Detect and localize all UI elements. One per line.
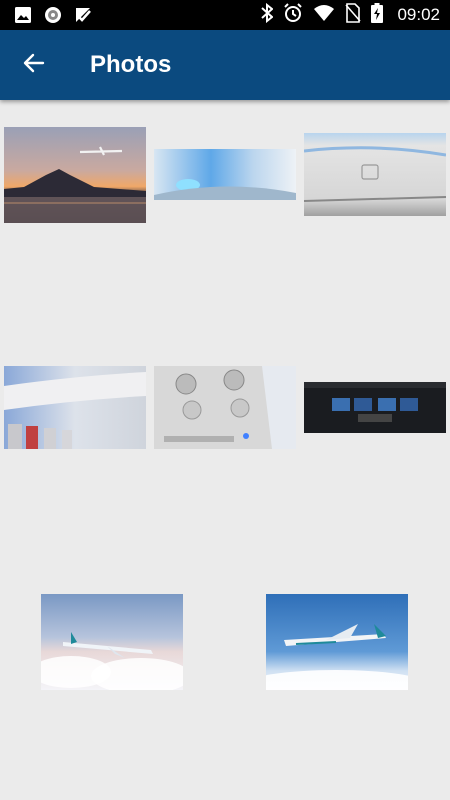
app-bar: Photos [0, 30, 450, 100]
page-title: Photos [90, 51, 172, 78]
status-bar: 09:02 [0, 0, 450, 30]
back-button[interactable] [14, 45, 54, 85]
photo-airplane-blue-sky[interactable] [266, 594, 408, 690]
alarm-icon [283, 2, 303, 28]
image-notification-icon [14, 6, 32, 29]
photo-cabin-window-blue-light[interactable] [154, 149, 296, 200]
photo-airplane-mount-fuji-sunset[interactable] [4, 127, 146, 223]
photo-cabin-interior-seats[interactable] [4, 366, 146, 449]
wifi-icon [313, 4, 335, 27]
arrow-back-icon [22, 51, 46, 80]
photo-cockpit-instruments[interactable] [304, 382, 446, 433]
check-notification-icon [74, 6, 92, 29]
battery-charging-icon [371, 2, 384, 28]
photo-overhead-panel-vents[interactable] [154, 366, 296, 449]
no-sim-icon [345, 2, 362, 28]
photo-overhead-bin[interactable] [304, 133, 446, 216]
circle-notification-icon [44, 6, 62, 29]
bluetooth-icon [261, 2, 274, 28]
photo-airplane-above-clouds[interactable] [41, 594, 183, 690]
status-time: 09:02 [397, 5, 440, 24]
